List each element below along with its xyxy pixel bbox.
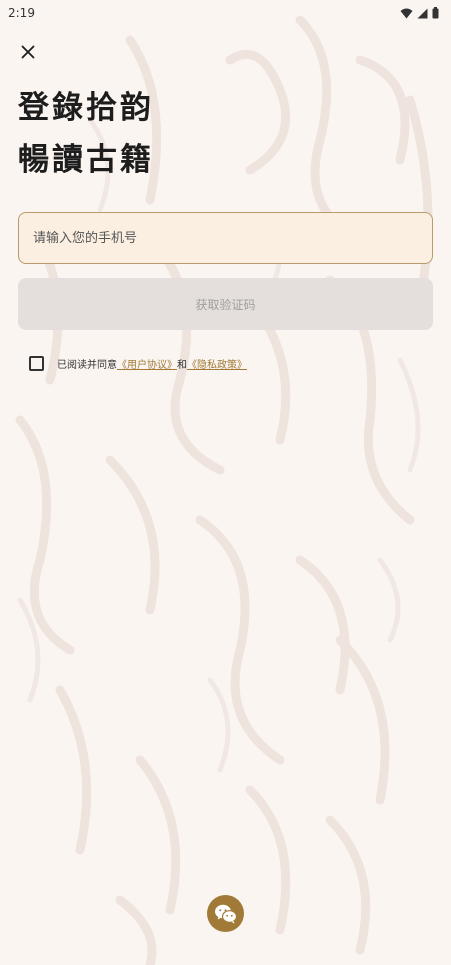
signal-icon [417, 8, 428, 18]
wechat-icon [214, 904, 237, 924]
close-button[interactable] [16, 40, 40, 64]
agreement-checkbox[interactable] [29, 356, 44, 371]
battery-icon [432, 7, 439, 19]
phone-input[interactable] [31, 229, 420, 247]
page-title-line-1: 登錄拾韵 [18, 90, 154, 126]
phone-field[interactable] [18, 212, 433, 264]
status-time: 2:19 [8, 6, 35, 20]
page-title-line-2: 暢讀古籍 [18, 142, 154, 178]
user-agreement-link[interactable]: 《用户协议》 [117, 356, 177, 371]
agreement-and: 和 [177, 360, 187, 371]
agreement-prefix: 已阅读并同意 [57, 360, 117, 371]
get-code-button[interactable]: 获取验证码 [18, 278, 433, 330]
status-icons [400, 7, 439, 19]
status-bar: 2:19 [0, 0, 451, 26]
privacy-policy-link[interactable]: 《隐私政策》 [187, 356, 247, 371]
wechat-login-button[interactable] [207, 895, 244, 932]
wifi-icon [400, 8, 413, 18]
close-icon [21, 45, 35, 59]
agreement-row: 已阅读并同意 《用户协议》 和 《隐私政策》 [29, 356, 247, 371]
